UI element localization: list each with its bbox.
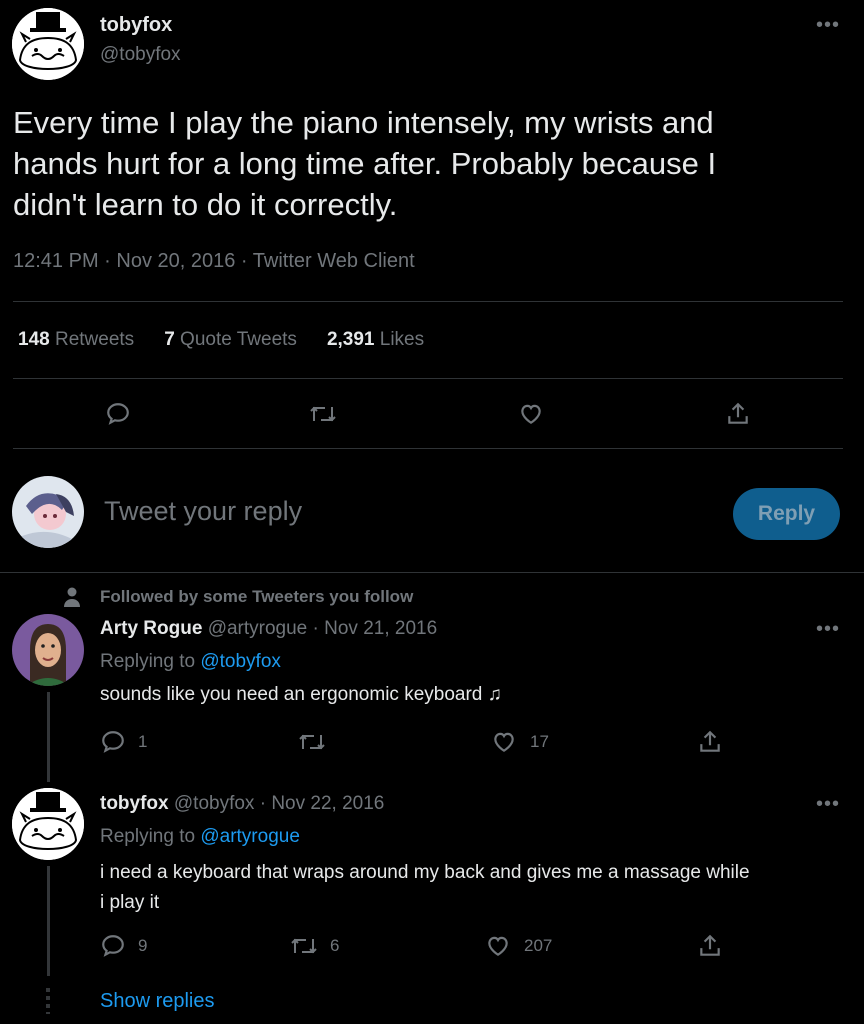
reply-action[interactable]: 1 xyxy=(100,729,147,755)
like-icon[interactable] xyxy=(513,396,549,432)
author-name[interactable]: tobyfox xyxy=(100,14,172,37)
likes-stat[interactable]: 2,391 Likes xyxy=(327,329,424,351)
likes-count: 2,391 xyxy=(326,329,375,350)
tweet-text-line: didn't learn to do it correctly. xyxy=(13,187,398,222)
retweets-stat[interactable]: 148 Retweets xyxy=(18,329,134,351)
divider xyxy=(13,378,843,379)
thread-line xyxy=(47,692,50,782)
reply-avatar[interactable] xyxy=(12,788,84,860)
reply-count: 9 xyxy=(138,936,148,955)
share-icon[interactable] xyxy=(720,396,756,432)
tweet-text-line: Every time I play the piano intensely, m… xyxy=(13,105,714,140)
reply-count: 1 xyxy=(138,732,148,751)
replying-to: Replying to @artyrogue xyxy=(100,826,300,848)
user-avatar-icon xyxy=(12,476,84,548)
more-icon[interactable]: ••• xyxy=(816,793,840,816)
retweet-icon xyxy=(299,734,325,750)
quotes-label: Quote Tweets xyxy=(180,329,297,350)
reply-header: Arty Rogue @artyrogue · Nov 21, 2016 xyxy=(100,618,437,640)
like-count: 207 xyxy=(524,936,553,955)
reply-icon xyxy=(102,731,124,753)
like-icon xyxy=(494,732,514,752)
like-icon xyxy=(488,936,508,956)
reply-icon[interactable] xyxy=(100,396,136,432)
user-avatar-icon xyxy=(12,614,84,686)
reply-date[interactable]: · Nov 21, 2016 xyxy=(313,618,438,639)
divider xyxy=(13,448,843,449)
replying-to-link[interactable]: @tobyfox xyxy=(200,651,281,672)
reply-author-handle[interactable]: @artyrogue xyxy=(208,618,308,639)
reply-date[interactable]: · Nov 22, 2016 xyxy=(260,793,385,814)
replying-prefix: Replying to xyxy=(100,651,196,672)
quotes-count: 7 xyxy=(164,329,175,350)
reply-author-handle[interactable]: @tobyfox xyxy=(174,793,255,814)
retweet-action[interactable]: 6 xyxy=(290,933,339,959)
retweet-icon[interactable] xyxy=(305,396,341,432)
divider xyxy=(13,301,843,302)
retweet-icon xyxy=(291,938,317,954)
like-count: 17 xyxy=(530,732,549,751)
like-action[interactable]: 207 xyxy=(484,933,552,959)
dog-avatar-icon xyxy=(12,8,84,80)
person-icon xyxy=(62,586,82,613)
reply-header: tobyfox @tobyfox · Nov 22, 2016 xyxy=(100,793,384,815)
replying-prefix: Replying to xyxy=(100,826,196,847)
show-replies-link[interactable]: Show replies xyxy=(100,990,215,1013)
retweets-label: Retweets xyxy=(54,329,135,350)
reply-action[interactable]: 9 xyxy=(100,933,147,959)
likes-label: Likes xyxy=(379,329,425,350)
share-icon[interactable] xyxy=(692,724,728,760)
share-icon[interactable] xyxy=(692,928,728,964)
thread-line xyxy=(47,866,50,976)
reply-author-name[interactable]: tobyfox xyxy=(100,793,169,814)
reply-icon xyxy=(102,935,124,957)
retweets-count: 148 xyxy=(18,329,50,350)
like-action[interactable]: 17 xyxy=(490,729,549,755)
more-icon[interactable]: ••• xyxy=(816,14,840,37)
quotes-stat[interactable]: 7 Quote Tweets xyxy=(164,329,297,351)
reply-input[interactable]: Tweet your reply xyxy=(104,496,302,527)
author-avatar[interactable] xyxy=(12,8,84,80)
reply-avatar[interactable] xyxy=(12,614,84,686)
tweet-stats: 148 Retweets 7 Quote Tweets 2,391 Likes xyxy=(18,329,454,351)
social-context: Followed by some Tweeters you follow xyxy=(100,587,414,606)
my-avatar[interactable] xyxy=(12,476,84,548)
reply-text: sounds like you need an ergonomic keyboa… xyxy=(100,684,502,705)
tweet-text: Every time I play the piano intensely, m… xyxy=(13,102,843,225)
tweet-text-line: hands hurt for a long time after. Probab… xyxy=(13,146,717,181)
replying-to: Replying to @tobyfox xyxy=(100,651,281,673)
dog-avatar-icon xyxy=(12,788,84,860)
author-handle[interactable]: @tobyfox xyxy=(100,44,181,66)
retweet-count: 6 xyxy=(330,936,340,955)
replying-to-link[interactable]: @artyrogue xyxy=(200,826,300,847)
reply-text: i need a keyboard that wraps around my b… xyxy=(100,858,850,918)
reply-text-line: i need a keyboard that wraps around my b… xyxy=(100,862,750,883)
tweet-meta[interactable]: 12:41 PM · Nov 20, 2016 · Twitter Web Cl… xyxy=(13,250,415,273)
reply-button[interactable]: Reply xyxy=(733,488,840,540)
divider xyxy=(0,572,864,573)
more-icon[interactable]: ••• xyxy=(816,618,840,641)
reply-text-line: i play it xyxy=(100,892,160,913)
reply-author-name[interactable]: Arty Rogue xyxy=(100,618,202,639)
thread-dots xyxy=(46,988,50,1014)
retweet-action[interactable] xyxy=(298,729,338,755)
